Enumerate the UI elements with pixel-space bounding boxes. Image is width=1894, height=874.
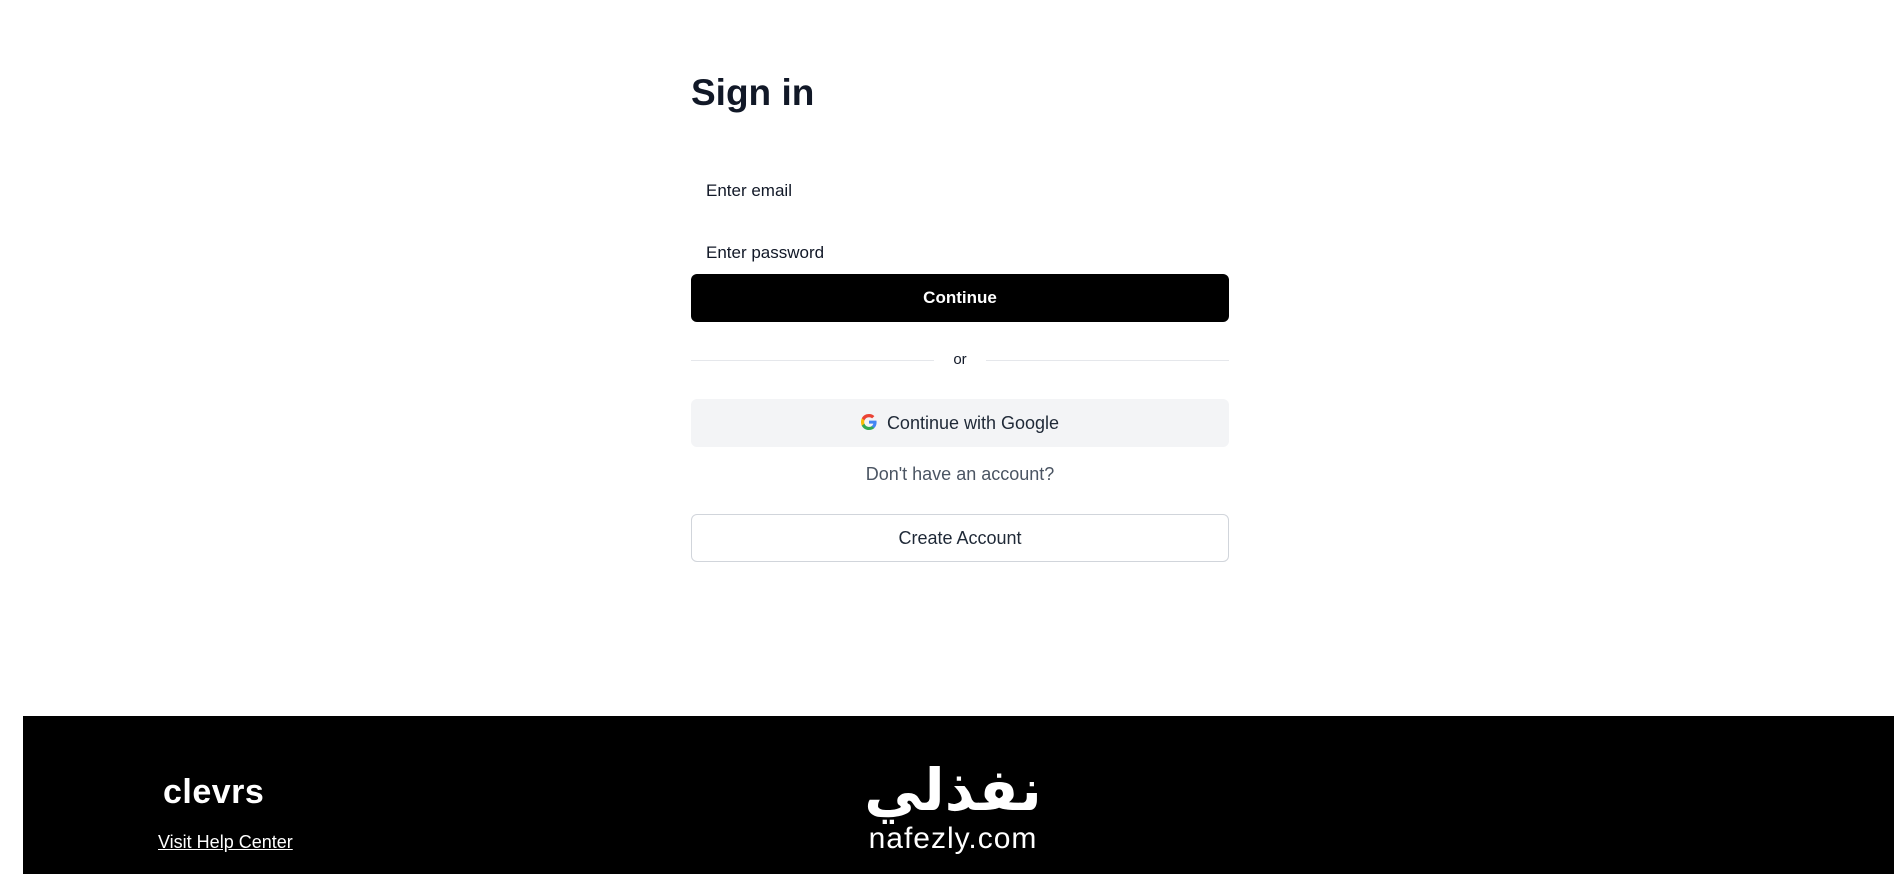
partner-logo: نفذلي nafezly.com: [838, 760, 1068, 856]
no-account-text: Don't have an account?: [865, 464, 1055, 484]
partner-logo-domain: nafezly.com: [868, 822, 1038, 855]
or-divider: or: [691, 350, 1229, 372]
brand-logo: clevrs: [163, 773, 265, 811]
page-title: Sign in: [691, 72, 815, 113]
partner-logo-arabic: نفذلي: [864, 758, 1042, 823]
create-account-button[interactable]: Create Account: [691, 514, 1229, 562]
google-button-label: Continue with Google: [886, 412, 1060, 433]
google-signin-button[interactable]: Continue with Google: [691, 399, 1229, 447]
signin-form: Sign in Continue or Continue with Google…: [691, 70, 1229, 562]
password-field[interactable]: [691, 231, 1229, 275]
google-icon: [860, 414, 877, 432]
email-field[interactable]: [691, 169, 1229, 213]
help-center-link[interactable]: Visit Help Center: [158, 832, 293, 853]
continue-button[interactable]: Continue: [691, 274, 1229, 322]
divider-line-right: [986, 360, 1229, 361]
footer: clevrs Visit Help Center نفذلي nafezly.c…: [23, 716, 1894, 874]
